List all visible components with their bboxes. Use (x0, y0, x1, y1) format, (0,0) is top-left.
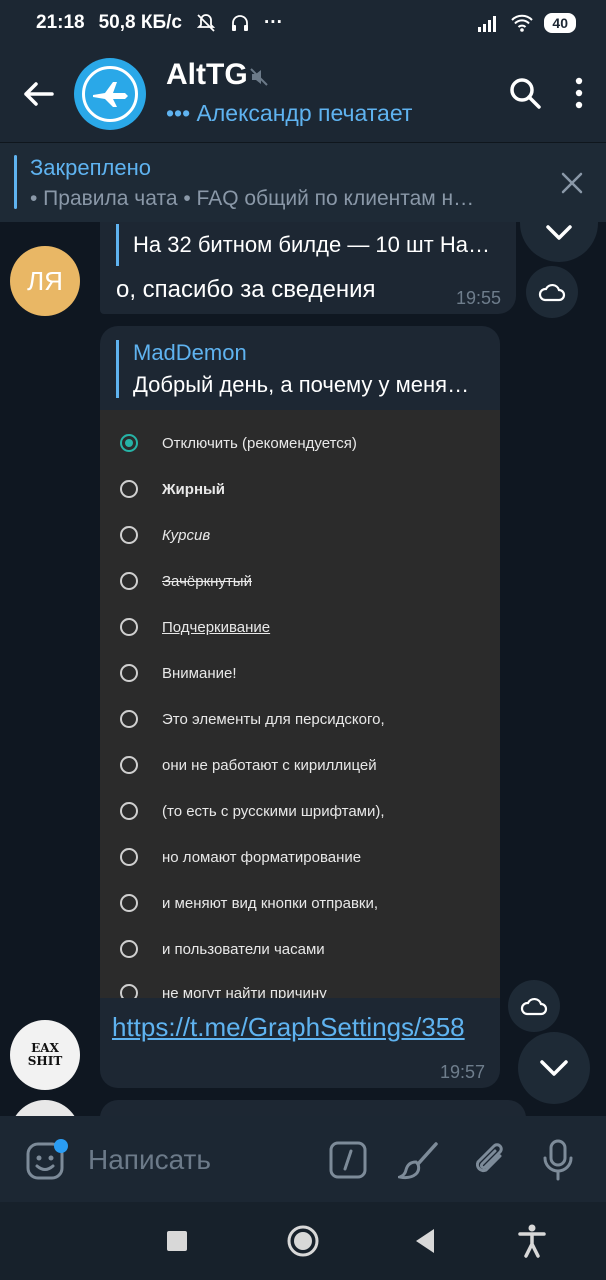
reply-text: Добрый день, а почему у меня… (133, 372, 470, 397)
avatar-label: EAX SHIT (27, 1041, 63, 1068)
message-link[interactable]: https://t.me/GraphSettings/358 (112, 1012, 465, 1043)
radio-button[interactable] (120, 618, 138, 636)
avatar[interactable]: EAX SHIT (10, 1020, 80, 1090)
chevron-down-icon (546, 225, 572, 240)
option-row[interactable]: и меняют вид кнопки отправки, (120, 894, 378, 912)
brush-icon[interactable] (398, 1140, 440, 1180)
status-speed: 50,8 КБ/с (98, 12, 182, 33)
attach-icon[interactable] (470, 1138, 510, 1182)
option-row[interactable]: Отключить (рекомендуется) (120, 434, 357, 452)
option-label: Отключить (рекомендуется) (162, 434, 357, 452)
cloud-share-button[interactable] (526, 266, 578, 318)
option-label: но ломают форматирование (162, 848, 362, 866)
option-row[interactable]: Жирный (120, 480, 225, 498)
avatar[interactable]: ЛЯ (10, 246, 80, 316)
radio-button[interactable] (120, 984, 138, 998)
message-text: о, спасибо за сведения (116, 276, 376, 303)
message-bubble[interactable] (100, 1100, 526, 1116)
status-extra: ··· (263, 12, 283, 33)
option-row[interactable]: Курсив (120, 526, 210, 544)
status-time: 21:18 (36, 12, 85, 33)
pinned-title: Закреплено (30, 155, 151, 180)
more-menu-icon[interactable] (570, 76, 588, 110)
radio-button[interactable] (120, 526, 138, 544)
option-row[interactable]: Внимание! (120, 664, 237, 682)
radio-button[interactable] (120, 480, 138, 498)
pinned-text: • Правила чата • FAQ общий по клиентам н… (30, 187, 475, 210)
option-label: Подчеркивание (162, 618, 271, 636)
home-button-icon[interactable] (286, 1224, 320, 1258)
option-row[interactable]: они не работают с кириллицей (120, 756, 377, 774)
back-arrow-icon[interactable] (18, 74, 58, 114)
radio-button[interactable] (120, 710, 138, 728)
pinned-message-bar[interactable]: Закреплено • Правила чата • FAQ общий по… (0, 142, 606, 222)
embedded-screenshot[interactable]: Отключить (рекомендуется) Жирный Курсив … (100, 410, 500, 998)
typing-status: ••• Александр печатает (166, 100, 413, 126)
close-icon[interactable] (560, 171, 584, 195)
option-label: и пользователи часами (162, 940, 325, 958)
emoji-sticker-icon[interactable] (24, 1138, 68, 1182)
message-time: 19:55 (456, 288, 502, 308)
option-label: Жирный (162, 480, 226, 498)
scroll-down-button[interactable] (518, 1032, 590, 1104)
commands-icon[interactable] (328, 1140, 368, 1180)
radio-button[interactable] (120, 664, 138, 682)
system-nav-bar (0, 1202, 606, 1280)
scroll-down-button[interactable] (520, 222, 598, 262)
signal-icon (478, 16, 497, 32)
message-input[interactable]: Написать (88, 1144, 211, 1176)
reply-author: MadDemon (133, 340, 247, 365)
option-label: не могут найти причину (162, 984, 327, 999)
message-time: 19:57 (440, 1062, 486, 1082)
bell-off-icon (196, 14, 216, 32)
option-row[interactable]: но ломают форматирование (120, 848, 361, 866)
chat-header: AltTG ••• Александр печатает (0, 46, 606, 142)
option-row[interactable]: (то есть с русскими шрифтами), (120, 802, 385, 820)
radio-button[interactable] (120, 756, 138, 774)
message-bubble[interactable]: На 32 битном билде — 10 шт На… о, спасиб… (100, 222, 516, 314)
option-label: (то есть с русскими шрифтами), (162, 802, 385, 820)
option-label: Курсив (162, 526, 211, 544)
avatar[interactable] (10, 1100, 80, 1116)
radio-button[interactable] (120, 434, 138, 452)
microphone-icon[interactable] (540, 1138, 576, 1182)
cloud-icon (538, 283, 566, 302)
reply-quote[interactable]: MadDemon Добрый день, а почему у меня… (116, 340, 486, 398)
wifi-icon (511, 14, 534, 32)
chevron-down-icon (540, 1060, 568, 1076)
option-label: Зачёркнутый (162, 572, 252, 590)
chat-title[interactable]: AltTG (166, 58, 248, 92)
back-button-icon[interactable] (414, 1228, 436, 1254)
radio-button[interactable] (120, 894, 138, 912)
radio-button[interactable] (120, 940, 138, 958)
radio-button[interactable] (120, 802, 138, 820)
radio-button[interactable] (120, 572, 138, 590)
chat-area[interactable]: На 32 битном билде — 10 шт На… о, спасиб… (0, 222, 606, 1116)
chat-avatar[interactable] (74, 58, 146, 130)
option-label: они не работают с кириллицей (162, 756, 377, 774)
reply-quote[interactable]: На 32 битном билде — 10 шт На… (116, 224, 500, 266)
option-row[interactable]: Это элементы для персидского, (120, 710, 385, 728)
cloud-icon (520, 997, 548, 1016)
pinned-accent-bar (14, 155, 17, 209)
option-label: Внимание! (162, 664, 237, 682)
headphones-icon (231, 15, 248, 31)
reply-text: На 32 битном билде — 10 шт На… (133, 232, 490, 257)
option-label: Это элементы для персидского, (162, 710, 385, 728)
battery-indicator: 40 (544, 13, 576, 33)
option-row[interactable]: Зачёркнутый (120, 572, 252, 590)
search-icon[interactable] (508, 76, 542, 110)
jet-icon (93, 82, 128, 107)
recents-button-icon[interactable] (166, 1230, 188, 1252)
cloud-share-button[interactable] (508, 980, 560, 1032)
option-row[interactable]: Подчеркивание (120, 618, 270, 636)
radio-button[interactable] (120, 848, 138, 866)
muted-icon (250, 68, 268, 86)
accessibility-icon[interactable] (518, 1224, 546, 1258)
message-composer: Написать (0, 1116, 606, 1202)
option-row[interactable]: не могут найти причину (120, 984, 327, 998)
option-label: и меняют вид кнопки отправки, (162, 894, 379, 912)
option-row[interactable]: и пользователи часами (120, 940, 325, 958)
status-bar: 21:18 50,8 КБ/с ··· 40 (0, 0, 606, 46)
